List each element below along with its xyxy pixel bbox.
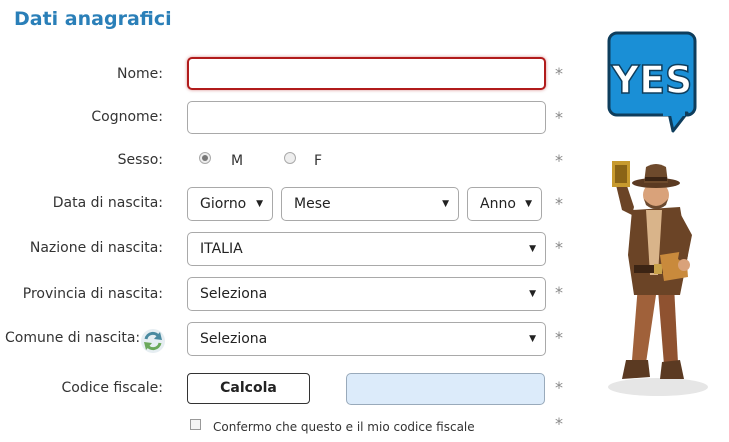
required-mark: * — [555, 151, 563, 170]
sesso-label-m: M — [231, 153, 244, 169]
nazione-label: Nazione di nascita: — [29, 240, 163, 256]
calcola-button[interactable]: Calcola — [187, 373, 310, 404]
sesso-radio-f[interactable] — [284, 152, 296, 164]
required-mark: * — [555, 283, 563, 302]
mese-select[interactable]: Mese ▼ — [281, 187, 459, 221]
cognome-input[interactable] — [187, 101, 546, 134]
required-mark: * — [555, 378, 563, 397]
required-mark: * — [555, 238, 563, 257]
provincia-value: Seleziona — [200, 286, 268, 302]
comune-label: Comune di nascita: — [5, 330, 141, 346]
required-mark: * — [555, 414, 563, 433]
comune-value: Seleziona — [200, 331, 268, 347]
form-title: Dati anagrafici — [14, 8, 172, 30]
sesso-label: Sesso: — [117, 152, 163, 168]
nazione-select[interactable]: ITALIA ▼ — [187, 232, 546, 266]
anno-select[interactable]: Anno ▼ — [467, 187, 542, 221]
required-mark: * — [555, 108, 563, 127]
conferma-checkbox[interactable] — [190, 419, 201, 430]
chevron-down-icon: ▼ — [442, 199, 449, 209]
sesso-radio-m[interactable] — [199, 152, 211, 164]
codice-fiscale-input[interactable] — [346, 373, 545, 405]
sesso-label-f: F — [314, 153, 323, 169]
provincia-select[interactable]: Seleziona ▼ — [187, 277, 546, 311]
conferma-label: Confermo che questo e il mio codice fisc… — [213, 420, 475, 434]
required-mark: * — [555, 64, 563, 83]
giorno-value: Giorno — [200, 196, 247, 212]
data-nascita-label: Data di nascita: — [52, 195, 163, 211]
anno-value: Anno — [480, 196, 516, 212]
chevron-down-icon: ▼ — [529, 244, 536, 254]
required-mark: * — [555, 194, 563, 213]
codice-fiscale-label: Codice fiscale: — [61, 380, 164, 396]
mese-value: Mese — [294, 196, 331, 212]
chevron-down-icon: ▼ — [529, 289, 536, 299]
required-mark: * — [555, 328, 563, 347]
nome-input[interactable] — [187, 57, 546, 90]
chevron-down-icon: ▼ — [256, 199, 263, 209]
yes-badge-text: YES — [611, 58, 693, 102]
provincia-label: Provincia di nascita: — [22, 286, 163, 302]
chevron-down-icon: ▼ — [525, 199, 532, 209]
nazione-value: ITALIA — [200, 241, 243, 257]
explorer-mascot-image — [600, 155, 710, 400]
yes-badge-logo: YES — [607, 31, 699, 133]
giorno-select[interactable]: Giorno ▼ — [187, 187, 273, 221]
nome-label: Nome: — [116, 66, 163, 82]
refresh-icon[interactable] — [140, 328, 166, 354]
chevron-down-icon: ▼ — [529, 334, 536, 344]
comune-select[interactable]: Seleziona ▼ — [187, 322, 546, 356]
cognome-label: Cognome: — [91, 109, 163, 125]
